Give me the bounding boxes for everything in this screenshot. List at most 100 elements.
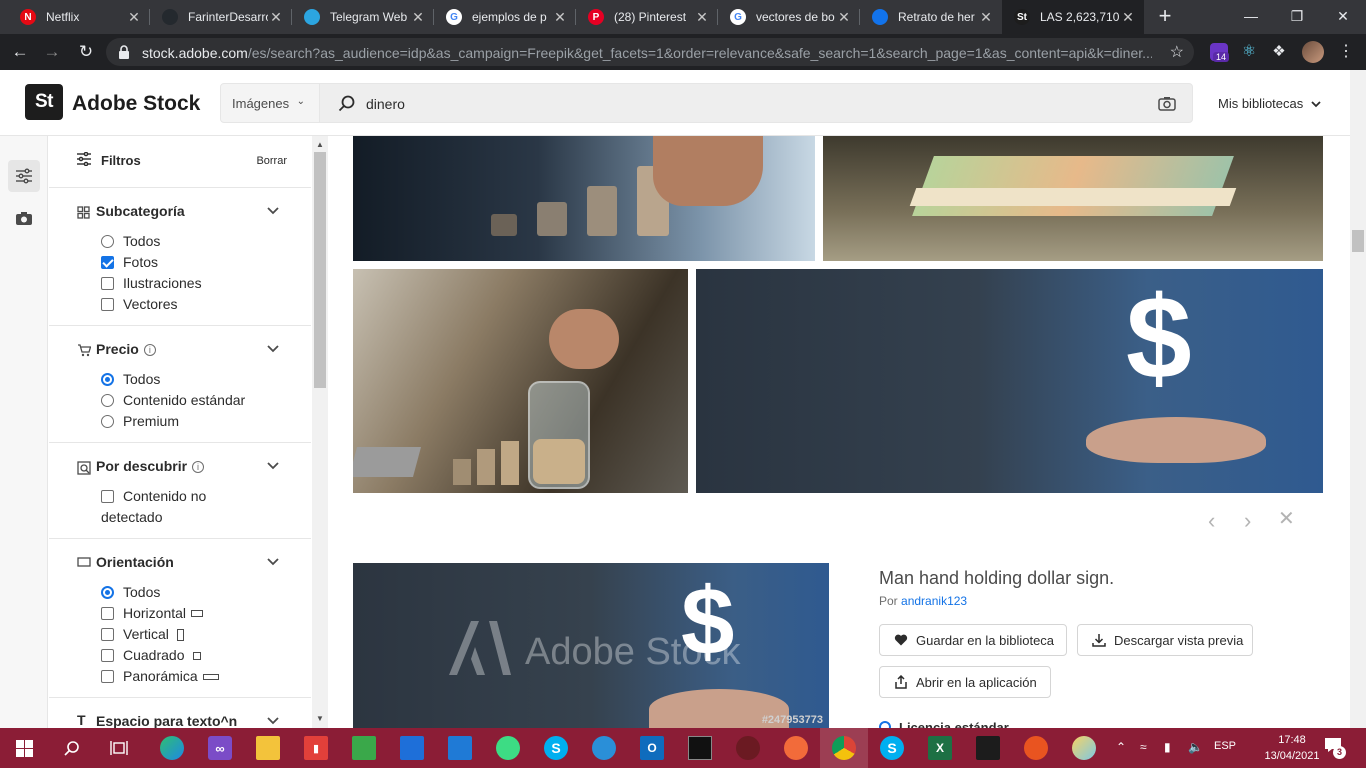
pdf-reader-icon[interactable]: ▮ [304,736,328,760]
paint-icon[interactable] [1072,736,1096,760]
browser-tab[interactable]: Gvectores de bo ✕ [718,0,860,34]
browser-tab[interactable]: Retrato de her ✕ [860,0,1002,34]
brand-name[interactable]: Adobe Stock [72,92,200,116]
chevron-down-icon[interactable] [267,558,279,566]
content-type-select[interactable]: Imágenes ⌄ [220,83,320,123]
checkbox[interactable] [101,298,114,311]
filters-scrollbar[interactable]: ▲ ▼ [312,136,328,728]
omnibox[interactable]: stock.adobe.com/es/search?as_audience=id… [106,38,1194,66]
radio-button[interactable] [101,586,114,599]
page-scrollbar-thumb[interactable] [1352,230,1364,252]
browser-tab[interactable]: Gejemplos de p ✕ [434,0,576,34]
browser-tab[interactable]: FarinterDesarrollo✕ [150,0,292,34]
close-window-button[interactable]: ✕ [1320,0,1366,34]
battery-icon[interactable]: ▮ [1164,740,1171,754]
orientation-option-horizontal[interactable]: Horizontal [101,605,204,621]
checkbox[interactable] [101,277,114,290]
visual-search-camera-icon[interactable] [1158,96,1176,112]
radio-button[interactable] [101,373,114,386]
close-tab-icon[interactable]: ✕ [694,9,710,26]
profile-avatar[interactable] [1302,41,1324,63]
terminal-icon[interactable] [688,736,712,760]
postman-icon[interactable] [784,736,808,760]
checkbox[interactable] [101,649,114,662]
subcategory-option-illustrations[interactable]: Ilustraciones [101,275,202,291]
microsoft-store-icon[interactable] [400,736,424,760]
app-icon[interactable] [976,736,1000,760]
chevron-down-icon[interactable] [267,462,279,470]
outlook-icon[interactable]: O [640,736,664,760]
clear-filters-button[interactable]: Borrar [256,155,287,167]
react-devtools-icon[interactable]: ⚛ [1240,43,1258,61]
windows-start-icon[interactable] [12,736,36,760]
bookmark-star-icon[interactable]: ☆ [1170,42,1184,62]
volume-icon[interactable]: 🔈 [1188,740,1203,754]
save-to-library-button[interactable]: Guardar en la biblioteca [879,624,1067,656]
close-detail-icon[interactable]: ✕ [1278,506,1295,531]
info-icon[interactable]: i [143,344,156,356]
wifi-icon[interactable]: ≈ [1140,740,1147,754]
ubuntu-icon[interactable] [1024,736,1048,760]
browser-menu-icon[interactable]: ⋮ [1334,40,1358,64]
close-tab-icon[interactable]: ✕ [552,9,568,26]
clock[interactable]: 17:48 13/04/2021 [1262,732,1322,764]
chevron-down-icon[interactable] [267,207,279,215]
orientation-option-square[interactable]: Cuadrado [101,647,201,663]
result-image-euro-notes[interactable] [823,136,1323,261]
orientation-option-vertical[interactable]: Vertical [101,626,184,642]
browser-tab[interactable]: N Netflix ✕ [8,0,150,34]
price-option-all[interactable]: Todos [101,371,160,387]
forward-button[interactable]: → [40,40,64,64]
minimize-button[interactable]: — [1228,0,1274,34]
checkbox[interactable] [101,628,114,641]
price-option-standard[interactable]: Contenido estándar [101,392,245,408]
checkbox[interactable] [101,256,114,269]
browser-tab[interactable]: Telegram Web ✕ [292,0,434,34]
scroll-down-arrow-icon[interactable]: ▼ [316,714,324,723]
filters-toggle-button[interactable] [8,160,40,192]
app-icon[interactable] [736,736,760,760]
skype-icon[interactable]: S [544,736,568,760]
orientation-option-panoramic[interactable]: Panorámica [101,668,219,684]
close-tab-icon[interactable]: ✕ [836,9,852,26]
extensions-puzzle-icon[interactable]: ❖ [1270,43,1288,61]
app-icon[interactable] [352,736,376,760]
filters-scrollbar-thumb[interactable] [314,152,326,388]
back-button[interactable]: ← [8,40,32,64]
chevron-down-icon[interactable] [267,345,279,353]
close-tab-icon[interactable]: ✕ [1120,9,1136,26]
subcategory-option-photos[interactable]: Fotos [101,254,158,270]
radio-button[interactable] [101,415,114,428]
task-view-icon[interactable] [107,736,131,760]
edge-icon[interactable] [160,736,184,760]
radio-button[interactable] [101,394,114,407]
browser-tab[interactable]: P (28) Pinterest ✕ [576,0,718,34]
browser-tab[interactable]: St LAS 2,623,710 ✕ [1002,0,1144,34]
my-libraries-menu[interactable]: Mis bibliotecas [1218,96,1321,111]
download-preview-button[interactable]: Descargar vista previa [1077,624,1253,656]
detail-preview-image[interactable]: $ Adobe Stock #247953773 [353,563,829,728]
scroll-up-arrow-icon[interactable]: ▲ [316,140,324,149]
close-tab-icon[interactable]: ✕ [268,9,284,26]
mail-icon[interactable] [448,736,472,760]
checkbox[interactable] [101,490,114,503]
excel-icon[interactable]: X [928,736,952,760]
skype-icon[interactable]: S [880,736,904,760]
visual-studio-icon[interactable]: ∞ [208,736,232,760]
visual-search-button[interactable] [8,202,40,234]
close-tab-icon[interactable]: ✕ [126,9,142,26]
network-app-icon[interactable] [592,736,616,760]
search-icon[interactable] [60,736,84,760]
tray-expand-icon[interactable]: ⌃ [1116,740,1126,754]
result-image-coin-jar[interactable] [353,269,688,493]
close-tab-icon[interactable]: ✕ [978,9,994,26]
author-link[interactable]: andranik123 [901,594,967,608]
language-indicator[interactable]: ESP [1214,740,1236,752]
page-scrollbar[interactable] [1350,70,1366,728]
chevron-down-icon[interactable] [267,717,279,725]
subcategory-option-all[interactable]: Todos [101,233,160,249]
new-tab-button[interactable]: + [1152,4,1178,30]
price-option-premium[interactable]: Premium [101,413,179,429]
notifications-button[interactable]: 3 [1324,737,1346,759]
info-icon[interactable]: i [192,461,205,473]
